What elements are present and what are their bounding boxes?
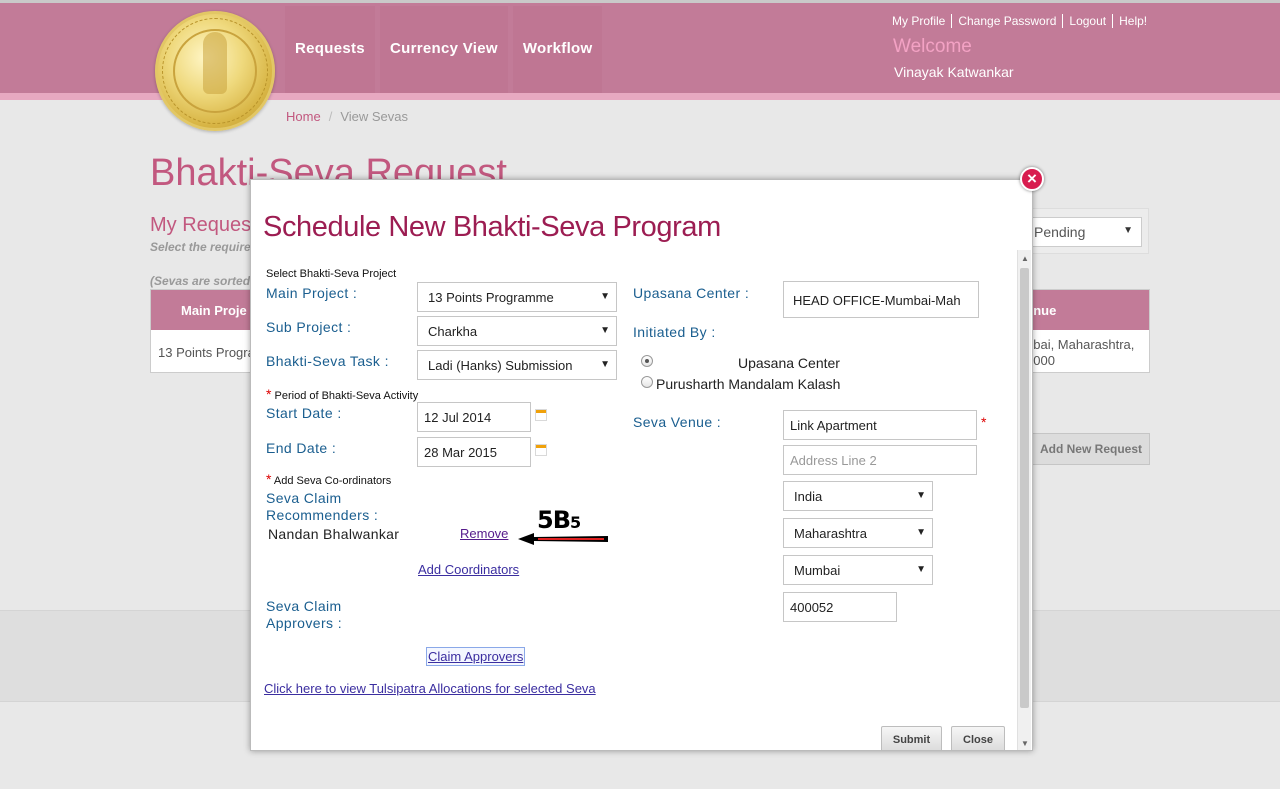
sub-project-label: Sub Project : [266,319,352,335]
scroll-down-icon[interactable]: ▼ [1021,739,1029,748]
chandra-spiritual-currency-logo[interactable] [155,11,275,131]
nav-workflow[interactable]: Workflow [512,6,603,93]
user-name: Vinayak Katwankar [894,64,1014,80]
add-new-request-button[interactable]: Add New Request [1032,433,1150,465]
section-select-project: Select Bhakti-Seva Project [266,268,397,280]
upasana-center-label: Upasana Center : [633,285,750,301]
chevron-down-icon: ▼ [600,325,610,336]
city-select[interactable]: Mumbai ▼ [783,555,933,585]
breadcrumb-separator: / [328,109,333,124]
required-marker: * [266,386,272,402]
approvers-label-line2: Approvers : [266,615,342,631]
start-date-input[interactable]: 12 Jul 2014 [417,402,531,432]
welcome-text: Welcome [893,36,972,57]
status-filter-select[interactable]: Pending ▼ [1028,217,1142,247]
address-line1-input[interactable]: Link Apartment [783,410,977,440]
change-password-link[interactable]: Change Password [951,14,1062,28]
state-value: Maharashtra [794,526,867,541]
required-marker: * [981,414,987,430]
main-project-value: 13 Points Programme [428,290,554,305]
end-date-label: End Date : [266,440,337,456]
schedule-seva-modal: Schedule New Bhakti-Seva Program Select … [250,179,1033,751]
my-requests-heading: My Request [150,214,257,236]
col-main-project[interactable]: Main Proje [181,303,247,318]
chevron-down-icon: ▼ [600,291,610,302]
breadcrumb: Home / View Sevas [286,109,408,124]
chevron-down-icon: ▼ [916,564,926,575]
my-profile-link[interactable]: My Profile [892,14,951,28]
seva-venue-label: Seva Venue : [633,414,722,430]
modal-title: Schedule New Bhakti-Seva Program [263,211,721,243]
radio-purusharth-mandalam[interactable] [641,376,653,388]
logo-deity-figure-icon [203,32,227,94]
scrollbar-thumb[interactable] [1020,268,1029,708]
recommender-name: Nandan Bhalwankar [268,526,400,542]
pincode-input[interactable]: 400052 [783,592,897,622]
modal-scrollbar[interactable]: ▲ ▼ [1017,250,1031,750]
recommenders-label-line2: Recommenders : [266,507,379,523]
table-cell-main-project: 13 Points Progra [158,345,255,360]
section-period-text: Period of Bhakti-Seva Activity [274,390,419,402]
main-project-label: Main Project : [266,285,358,301]
calendar-icon[interactable] [535,409,547,421]
chevron-down-icon: ▼ [916,527,926,538]
select-hint: Select the require [150,240,251,254]
address-line2-input[interactable]: Address Line 2 [783,445,977,475]
section-coordinators-text: Add Seva Co-ordinators [273,475,392,487]
sort-hint: (Sevas are sorted [150,274,251,288]
sub-project-select[interactable]: Charkha ▼ [417,316,617,346]
sub-project-value: Charkha [428,324,478,339]
state-select[interactable]: Maharashtra ▼ [783,518,933,548]
breadcrumb-home[interactable]: Home [286,109,321,124]
country-value: India [794,489,823,504]
radio-upasana-center-label: Upasana Center [738,355,840,371]
annotation-arrow-icon [518,533,608,545]
add-coordinators-link[interactable]: Add Coordinators [418,562,519,577]
section-period: * Period of Bhakti-Seva Activity [266,386,418,402]
scroll-up-icon[interactable]: ▲ [1021,254,1029,263]
chevron-down-icon: ▼ [600,359,610,370]
recommenders-label-line1: Seva Claim [266,490,342,506]
claim-approvers-button[interactable]: Claim Approvers [426,647,526,666]
chevron-down-icon: ▼ [916,490,926,501]
country-select[interactable]: India ▼ [783,481,933,511]
breadcrumb-current: View Sevas [340,109,408,124]
task-select[interactable]: Ladi (Hanks) Submission ▼ [417,350,617,380]
approvers-label-line1: Seva Claim [266,598,342,614]
close-icon[interactable]: × [1020,167,1044,191]
nav-requests[interactable]: Requests [285,6,375,93]
task-value: Ladi (Hanks) Submission [428,358,573,373]
close-button[interactable]: Close [951,726,1005,750]
calendar-icon[interactable] [535,444,547,456]
remove-recommender-link[interactable]: Remove [460,526,508,541]
initiated-by-label: Initiated By : [633,324,716,340]
tulsipatra-allocations-link[interactable]: Click here to view Tulsipatra Allocation… [264,681,596,696]
upasana-center-input[interactable]: HEAD OFFICE-Mumbai-Mah [783,281,979,318]
section-coordinators: * Add Seva Co-ordinators [266,471,391,487]
help-link[interactable]: Help! [1112,14,1153,28]
required-marker: * [266,471,272,487]
top-links: My Profile Change Password Logout Help! [892,14,1153,28]
task-label: Bhakti-Seva Task : [266,353,389,369]
main-project-select[interactable]: 13 Points Programme ▼ [417,282,617,312]
city-value: Mumbai [794,563,841,578]
submit-button[interactable]: Submit [881,726,942,750]
radio-upasana-center[interactable] [641,355,653,367]
chevron-down-icon: ▼ [1123,225,1133,236]
annotation-label: 5B5 [537,506,581,534]
end-date-input[interactable]: 28 Mar 2015 [417,437,531,467]
nav-currency-view[interactable]: Currency View [380,6,508,93]
start-date-label: Start Date : [266,405,342,421]
logout-link[interactable]: Logout [1062,14,1112,28]
table-cell-venue: nbai, Maharashtra, 4000 [1026,337,1135,368]
radio-purusharth-mandalam-label: Purusharth Mandalam Kalash [656,376,841,392]
status-filter-value: Pending [1034,224,1086,240]
main-nav: Requests Currency View Workflow [285,6,607,93]
